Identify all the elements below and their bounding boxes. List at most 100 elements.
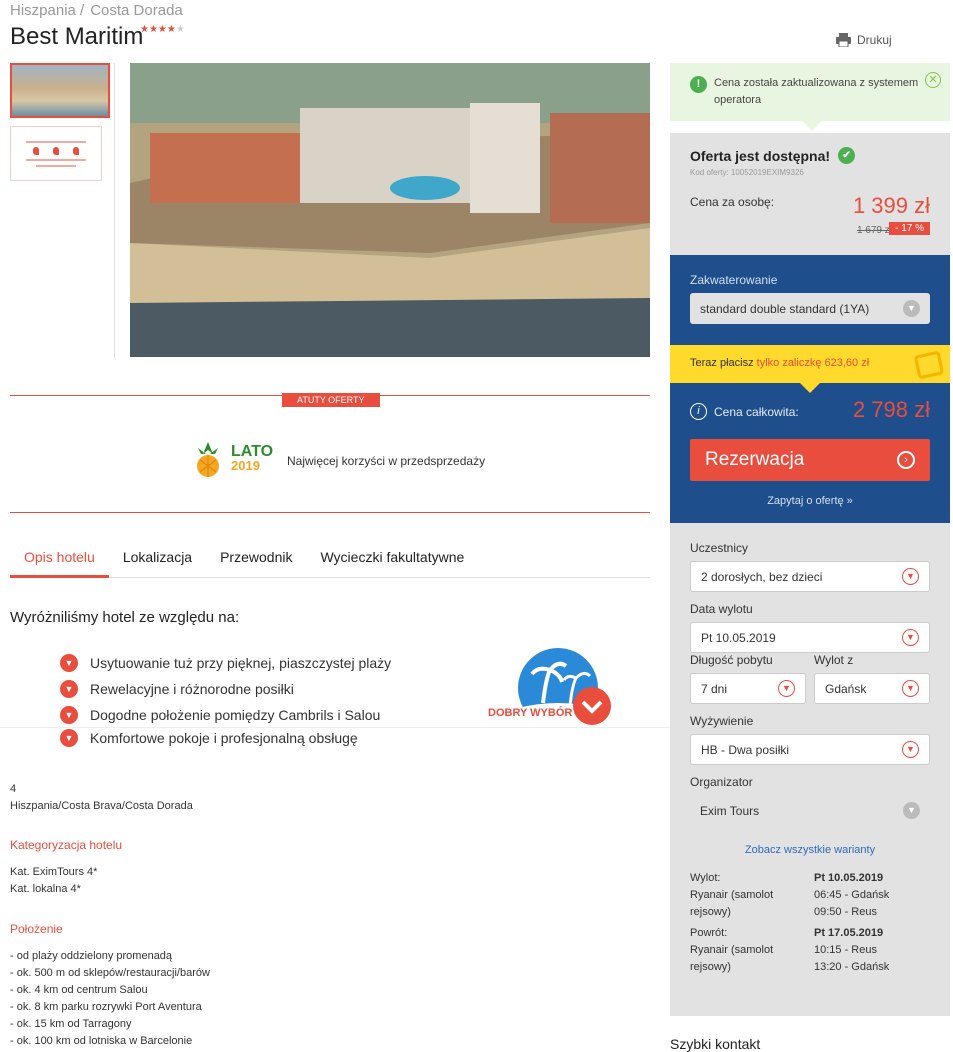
list-item: ▼ Dogodne położenie pomiędzy Cambrils i S… <box>60 702 391 728</box>
chevron-down-icon: ▼ <box>903 300 920 317</box>
lato-2019-logo: LATO 2019 <box>193 440 273 478</box>
tab-excursions[interactable]: Wycieczki fakultatywne <box>306 540 478 578</box>
features-list: ▼ Usytuowanie tuż przy pięknej, piaszczys… <box>60 650 391 748</box>
accommodation-box: Zakwaterowanie standard double standard … <box>670 255 950 345</box>
thumbnail-photo[interactable] <box>10 63 110 118</box>
dobry-wybor-logo: DOBRY WYBÓR <box>488 648 614 728</box>
chevron-down-icon: ▼ <box>902 680 919 697</box>
notice-text: Cena została zaktualizowana z systemem o… <box>714 77 919 106</box>
total-box: i Cena całkowita: 2 798 zł Rezerwacja › Z… <box>670 383 950 523</box>
duration-select[interactable]: 7 dni ▼ <box>690 673 806 704</box>
ask-offer-link[interactable]: Zapytaj o ofertę » <box>670 495 950 507</box>
chevron-down-icon: ▼ <box>60 729 78 747</box>
check-icon: ✔ <box>838 147 856 164</box>
tab-hotel-description[interactable]: Opis hotelu <box>10 540 109 578</box>
offer-highlights-badge: ATUTY OFERTY <box>282 393 380 407</box>
departure-city-select[interactable]: Gdańsk ▼ <box>814 673 930 704</box>
breadcrumb-item-country[interactable]: Hiszpania / <box>10 2 84 19</box>
list-item: - ok. 15 km od Tarragony <box>10 1018 132 1030</box>
list-item: ▼ Rewelacyjne i różnorodne posiłki <box>60 676 391 702</box>
category-local: Kat. lokalna 4* <box>10 883 81 895</box>
per-person-label: Cena za osobę: <box>690 195 775 209</box>
stars-filled: ★★★★ <box>140 24 176 35</box>
print-button[interactable]: Drukuj <box>836 33 892 47</box>
chevron-down-icon: ▼ <box>902 568 919 585</box>
chevron-down-icon: ▼ <box>60 706 78 724</box>
total-price: 2 798 zł <box>852 397 930 422</box>
lato-description: Najwięcej korzyści w przedsprzedaży <box>287 454 486 468</box>
star-rating: ★★★★★ <box>140 24 185 35</box>
accommodation-label: Zakwaterowanie <box>690 273 778 287</box>
old-price: 1 679 zł <box>856 225 892 236</box>
location-heading: Położenie <box>10 922 63 936</box>
list-item: - ok. 100 km od lotniska w Barcelonie <box>10 1035 193 1047</box>
breadcrumb-item-region[interactable]: Costa Dorada <box>90 2 183 19</box>
location-list: - od plaży oddzielony promenadą - ok. 50… <box>10 948 210 1050</box>
participants-select[interactable]: 2 dorosłych, bez dzieci ▼ <box>690 561 930 592</box>
features-heading: Wyróżniliśmy hotel ze względu na: <box>10 609 240 626</box>
organizer-select[interactable]: Exim Tours ▼ <box>690 795 930 826</box>
reservation-button[interactable]: Rezerwacja › <box>690 439 930 481</box>
dobry-wybor-label: DOBRY WYBÓR <box>488 707 573 719</box>
availability-title: Oferta jest dostępna! <box>690 147 831 164</box>
list-item: ▼ Usytuowanie tuż przy pięknej, piaszczys… <box>60 650 391 676</box>
tab-guide[interactable]: Przewodnik <box>206 540 306 578</box>
divider <box>10 512 650 513</box>
offer-config-form: Uczestnicy 2 dorosłych, bez dzieci ▼ Data… <box>670 523 950 1016</box>
star-count: 4 <box>10 783 17 795</box>
per-person-price: 1 399 zł <box>852 193 930 218</box>
info-icon[interactable]: i <box>690 403 707 420</box>
list-item: - od plaży oddzielony promenadą <box>10 950 173 962</box>
chevron-down-icon: ▼ <box>902 741 919 758</box>
list-item: - ok. 4 km od centrum Salou <box>10 984 148 996</box>
board-label: Wyżywienie <box>690 714 754 728</box>
flight-info: Wylot: Pt 10.05.2019 Ryanair (samolot rej… <box>690 872 890 918</box>
accommodation-select[interactable]: standard double standard (1YA) ▼ <box>690 293 930 324</box>
departure-date-label: Data wylotu <box>690 602 753 616</box>
chevron-right-icon: › <box>897 451 915 469</box>
quick-contact-heading: Szybki kontakt <box>670 1036 761 1052</box>
duration-label: Długość pobytu <box>690 653 773 667</box>
chevron-down-icon: ▼ <box>902 629 919 646</box>
lato-year: 2019 <box>231 458 260 473</box>
price-update-notice: ! Cena została zaktualizowana z systemem… <box>670 63 950 131</box>
all-variants-link[interactable]: Zobacz wszystkie warianty <box>690 844 930 856</box>
category-heading: Kategoryzacja hotelu <box>10 838 123 852</box>
discount-badge: - 17 % <box>889 222 930 235</box>
thumbnail-list <box>10 63 115 358</box>
availability-box: Oferta jest dostępna! ✔ Kod oferty: 10052… <box>670 133 950 255</box>
stars-empty: ★ <box>175 24 185 35</box>
booking-sidebar: ! Cena została zaktualizowana z systemem… <box>670 63 950 1016</box>
offer-code: Kod oferty: 10052019EXIM9326 <box>690 168 804 177</box>
list-item: ▼ Komfortowe pokoje i profesjonalną obsłu… <box>60 728 391 748</box>
print-label: Drukuj <box>857 33 892 47</box>
chevron-down-icon: ▼ <box>903 802 920 819</box>
lato-title: LATO <box>231 443 274 460</box>
deposit-value: tylko zaliczkę 623,60 zł <box>756 357 870 369</box>
return-flight-info: Powrót: Pt 17.05.2019 Ryanair (samolot re… <box>690 927 890 973</box>
organizer-label: Organizator <box>690 775 753 789</box>
participants-label: Uczestnicy <box>690 541 749 555</box>
list-item: - ok. 8 km parku rozrywki Port Aventura <box>10 1001 202 1013</box>
wallet-icon <box>913 350 945 380</box>
hotel-tabs: Opis hotelu Lokalizacja Przewodnik Wycie… <box>10 540 650 578</box>
hotel-main-photo[interactable] <box>130 63 650 357</box>
printer-icon <box>836 33 851 47</box>
tab-location[interactable]: Lokalizacja <box>109 540 206 578</box>
alert-icon: ! <box>690 76 707 93</box>
departure-date-select[interactable]: Pt 10.05.2019 ▼ <box>690 622 930 653</box>
pineapple-icon <box>197 442 219 477</box>
chevron-down-icon: ▼ <box>60 680 78 698</box>
category-eximtours: Kat. EximTours 4* <box>10 866 98 878</box>
close-icon[interactable]: ✕ <box>925 72 941 88</box>
chevron-down-icon: ▼ <box>60 654 78 672</box>
breadcrumb: Hiszpania / Costa Dorada <box>10 2 189 19</box>
deposit-bar: Teraz płacisz tylko zaliczkę 623,60 zł <box>670 345 950 393</box>
divider <box>0 727 670 728</box>
thumbnail-infographic[interactable] <box>10 126 102 181</box>
total-label: Cena całkowita: <box>714 405 799 419</box>
list-item: - ok. 500 m od sklepów/restauracji/barów <box>10 967 210 979</box>
board-select[interactable]: HB - Dwa posiłki ▼ <box>690 734 930 765</box>
departure-city-label: Wylot z <box>814 653 854 667</box>
hotel-title: Best Maritim <box>10 23 144 50</box>
